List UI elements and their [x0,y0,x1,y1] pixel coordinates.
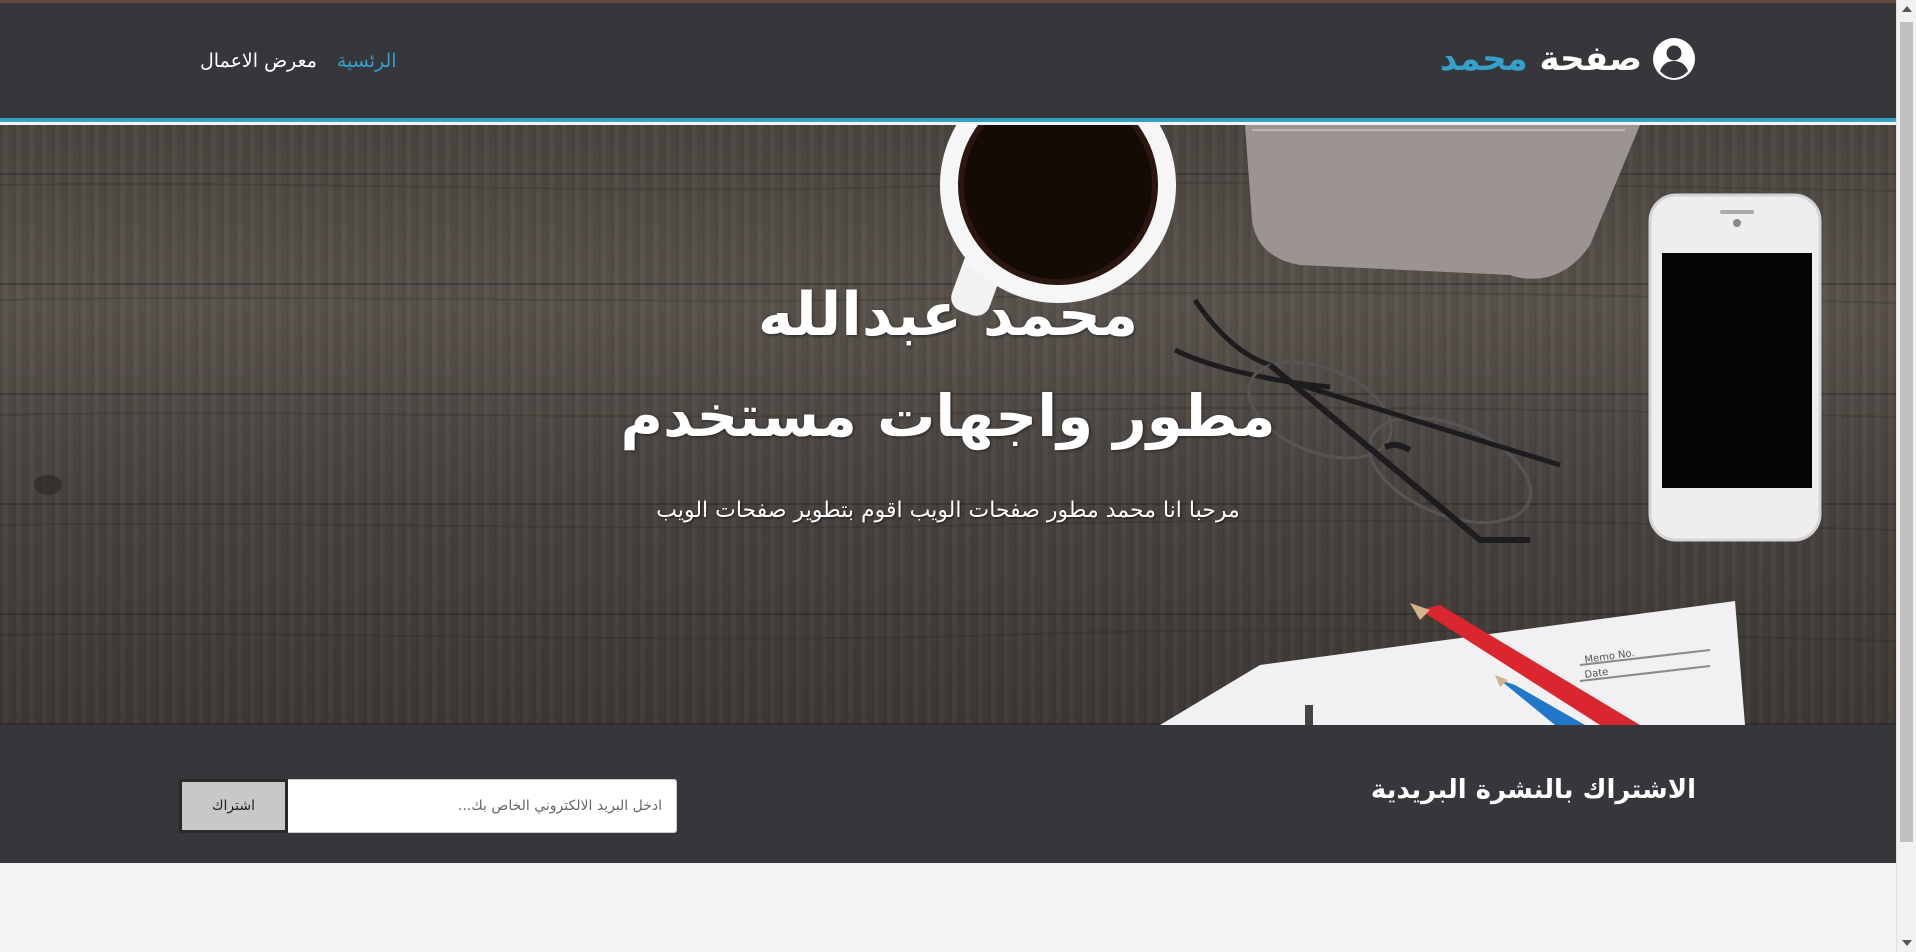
nav-link-portfolio[interactable]: معرض الاعمال [200,50,317,72]
scroll-thumb[interactable] [1900,22,1913,842]
brand-logo[interactable]: صفحة محمد [1440,37,1696,81]
brand-text: صفحة محمد [1440,39,1642,79]
hero-tagline: مرحبا انا محمد مطور صفحات الويب اقوم بتط… [656,498,1240,523]
user-circle-icon [1653,38,1695,80]
hero-name: محمد عبدالله [757,280,1139,350]
hero-content: محمد عبدالله مطور واجهات مستخدم مرحبا ان… [0,125,1896,725]
subscribe-button[interactable]: اشتراك [179,779,288,833]
hero-section: Memo No. Date محمد عبدالله مطور واجهات م… [0,125,1896,725]
brand-prefix: صفحة [1539,39,1642,79]
main-nav: الرئسية معرض الاعمال [200,50,397,72]
scroll-down-arrow-icon[interactable] [1902,940,1912,946]
brand-name: محمد [1439,39,1528,79]
hero-role: مطور واجهات مستخدم [620,382,1276,450]
nav-link-home[interactable]: الرئسية [337,50,397,72]
scroll-up-arrow-icon[interactable] [1902,6,1912,12]
email-input[interactable] [288,779,677,833]
newsletter-section: الاشتراك بالنشرة البريدية اشتراك [0,725,1896,863]
newsletter-title: الاشتراك بالنشرة البريدية [1370,775,1696,805]
vertical-scrollbar[interactable] [1896,0,1916,952]
site-header: صفحة محمد الرئسية معرض الاعمال [0,3,1896,122]
newsletter-form: اشتراك [179,779,677,833]
